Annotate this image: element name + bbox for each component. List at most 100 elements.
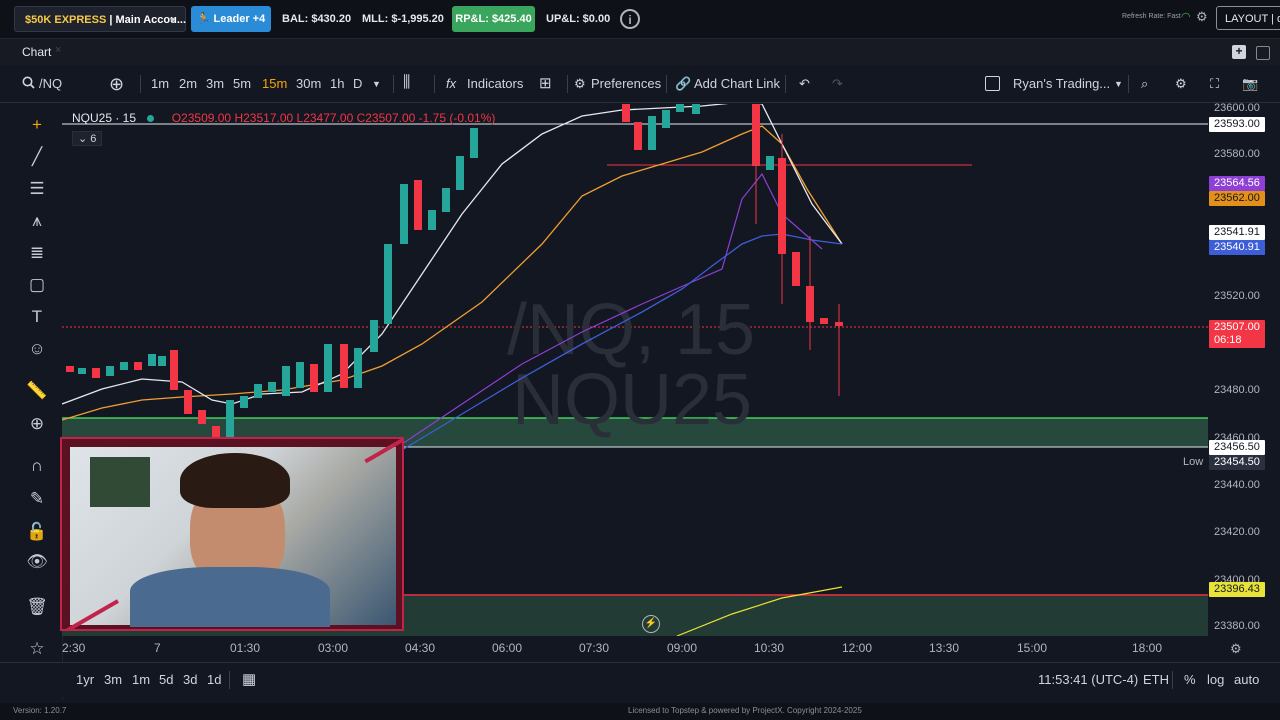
preferences-icon[interactable]: ⚙ bbox=[574, 76, 586, 92]
templates-icon[interactable]: ⊞ bbox=[539, 74, 552, 92]
price-axis[interactable]: 23600.00 23593.00 23580.00 23564.56 2356… bbox=[1208, 102, 1280, 636]
magnet-icon[interactable]: ∩ bbox=[26, 456, 48, 476]
price-label-low: 23454.50 bbox=[1209, 455, 1265, 470]
axis-settings-icon[interactable]: ⚙ bbox=[1230, 641, 1242, 657]
info-icon[interactable]: i bbox=[620, 9, 640, 29]
chevron-down-icon: ▼ bbox=[168, 15, 177, 25]
template-checkbox[interactable] bbox=[985, 76, 1000, 91]
price-tick: 23420.00 bbox=[1214, 526, 1260, 538]
template-selector[interactable]: Ryan's Trading... bbox=[1013, 76, 1110, 91]
divider bbox=[434, 75, 435, 93]
quick-search-icon[interactable]: ⌕ bbox=[1141, 76, 1148, 92]
add-symbol-icon[interactable]: ⊕ bbox=[109, 74, 124, 95]
legend-open: O23509.00 bbox=[171, 111, 232, 125]
camera-icon[interactable]: 📷 bbox=[1242, 76, 1258, 92]
leader-button[interactable]: 🏃 Leader +4 bbox=[191, 6, 271, 32]
timeframe-2m[interactable]: 2m bbox=[179, 76, 197, 91]
symbol-search-input[interactable]: /NQ bbox=[39, 76, 62, 91]
bar-countdown: 06:18 bbox=[1214, 334, 1242, 346]
indicators-button[interactable]: Indicators bbox=[467, 76, 523, 91]
range-3d[interactable]: 3d bbox=[183, 672, 197, 687]
wifi-icon: ◠ bbox=[1181, 11, 1191, 23]
fib-icon[interactable]: ≣ bbox=[26, 243, 48, 263]
session-toggle[interactable]: ETH bbox=[1143, 672, 1169, 687]
settings-icon[interactable]: ⚙ bbox=[1175, 76, 1187, 92]
crosshair-icon[interactable]: + bbox=[26, 115, 48, 135]
time-tick: 12:00 bbox=[842, 641, 873, 655]
calendar-icon[interactable]: ▦ bbox=[242, 670, 256, 688]
timeframe-d[interactable]: D bbox=[353, 76, 362, 91]
preferences-button[interactable]: Preferences bbox=[591, 76, 661, 91]
range-1d[interactable]: 1d bbox=[207, 672, 221, 687]
time-axis[interactable]: 2:30 7 01:30 03:00 04:30 06:00 07:30 09:… bbox=[62, 636, 1280, 660]
zoom-in-icon[interactable]: ⊕ bbox=[26, 414, 48, 434]
divider bbox=[567, 75, 568, 93]
close-icon[interactable]: × bbox=[55, 44, 61, 56]
ruler-icon[interactable]: 📏 bbox=[26, 381, 48, 401]
range-3m[interactable]: 3m bbox=[104, 672, 122, 687]
lightning-icon[interactable]: ⚡ bbox=[642, 615, 660, 633]
timeframe-3m[interactable]: 3m bbox=[206, 76, 224, 91]
auto-scale-toggle[interactable]: auto bbox=[1234, 672, 1259, 687]
timeframe-1m[interactable]: 1m bbox=[151, 76, 169, 91]
timeframe-30m[interactable]: 30m bbox=[296, 76, 321, 91]
add-panel-button[interactable]: + bbox=[1232, 45, 1246, 59]
lock-icon[interactable]: 🔓 bbox=[26, 522, 48, 542]
trash-icon[interactable]: 🗑 bbox=[26, 597, 48, 617]
text-icon[interactable]: T bbox=[26, 307, 48, 327]
divider bbox=[1128, 75, 1129, 93]
price-tick: 23600.00 bbox=[1214, 102, 1260, 114]
star-icon[interactable]: ☆ bbox=[26, 639, 48, 659]
time-tick: 15:00 bbox=[1017, 641, 1048, 655]
mll-stat: MLL: $-1,995.20 bbox=[362, 13, 444, 25]
chart-panel-header: Chart × + bbox=[0, 39, 1280, 65]
drawing-tools-bar: + ╱ ☰ ⩚ ≣ ▢ T ☺ 📏 ⊕ ∩ ✎ 🔓 👁 🗑 ☆ ⌄ bbox=[0, 104, 63, 700]
redo-icon[interactable]: ↷ bbox=[832, 76, 843, 92]
price-label-purple: 23564.56 bbox=[1209, 176, 1265, 191]
account-type-label: $50K EXPRESS bbox=[25, 14, 107, 26]
timeframe-15m[interactable]: 15m bbox=[262, 76, 287, 91]
range-1m[interactable]: 1m bbox=[132, 672, 150, 687]
indicators-count: 6 bbox=[90, 133, 97, 145]
emoji-icon[interactable]: ☺ bbox=[26, 339, 48, 359]
add-chart-link-button[interactable]: Add Chart Link bbox=[694, 76, 780, 91]
clock[interactable]: 11:53:41 (UTC-4) bbox=[1038, 672, 1138, 687]
panel-title[interactable]: Chart bbox=[22, 45, 51, 59]
gear-icon[interactable]: ⚙ bbox=[1196, 9, 1208, 25]
percent-scale-toggle[interactable]: % bbox=[1184, 672, 1196, 687]
time-tick: 04:30 bbox=[405, 641, 436, 655]
time-tick: 01:30 bbox=[230, 641, 261, 655]
timeframe-5m[interactable]: 5m bbox=[233, 76, 251, 91]
timeframe-1h[interactable]: 1h bbox=[330, 76, 344, 91]
indicators-icon[interactable]: fx bbox=[446, 76, 456, 91]
fullscreen-icon[interactable]: ⛶ bbox=[1210, 76, 1219, 92]
log-scale-toggle[interactable]: log bbox=[1207, 672, 1224, 687]
price-label-yellow: 23396.43 bbox=[1209, 582, 1265, 597]
range-1yr[interactable]: 1yr bbox=[76, 672, 94, 687]
runner-icon: 🏃 bbox=[196, 13, 211, 25]
candlestick-icon[interactable]: ⫼ bbox=[403, 74, 410, 92]
unrealized-pnl-stat: UP&L: $0.00 bbox=[546, 13, 611, 25]
eye-icon[interactable]: 👁 bbox=[26, 552, 48, 572]
horizontal-lines-icon[interactable]: ☰ bbox=[26, 179, 48, 199]
price-label-orange: 23562.00 bbox=[1209, 191, 1265, 206]
link-icon[interactable]: 🔗 bbox=[675, 76, 691, 92]
pencil-lock-icon[interactable]: ✎ bbox=[26, 489, 48, 509]
panel-menu-icon[interactable] bbox=[1256, 46, 1270, 60]
range-5d[interactable]: 5d bbox=[159, 672, 173, 687]
search-icon[interactable] bbox=[22, 76, 35, 92]
rectangle-icon[interactable]: ▢ bbox=[26, 275, 48, 295]
account-selector[interactable]: $50K EXPRESS | Main Accou... ▼ bbox=[14, 6, 186, 32]
layout-button[interactable]: LAYOUT | de bbox=[1216, 6, 1280, 30]
indicators-count-toggle[interactable]: ⌄ 6 bbox=[72, 131, 103, 146]
legend-symbol[interactable]: NQU25 · 15 bbox=[72, 111, 136, 125]
divider bbox=[666, 75, 667, 93]
time-tick: 7 bbox=[154, 641, 161, 655]
chevron-down-icon[interactable]: ▼ bbox=[1114, 79, 1123, 89]
chevron-down-icon[interactable]: ▼ bbox=[372, 79, 381, 89]
leader-label: Leader +4 bbox=[213, 13, 266, 25]
trendline-icon[interactable]: ╱ bbox=[26, 147, 48, 167]
pattern-icon[interactable]: ⩚ bbox=[26, 211, 48, 231]
undo-icon[interactable]: ↶ bbox=[799, 76, 810, 92]
balance-stat: BAL: $430.20 bbox=[282, 13, 352, 25]
